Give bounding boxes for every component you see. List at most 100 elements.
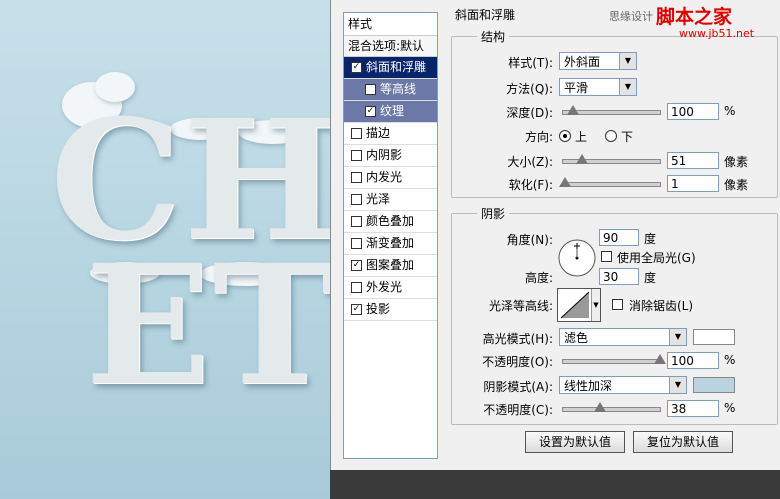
highlight-opacity-thumb[interactable] (654, 354, 666, 364)
shadow-opacity-input[interactable]: 38 (667, 400, 719, 417)
highlight-color-swatch[interactable] (693, 329, 735, 345)
angle-input[interactable]: 90 (599, 229, 639, 246)
style-item-label: 外发光 (366, 280, 403, 294)
style-select[interactable]: 外斜面 ▼ (559, 52, 637, 70)
style-item[interactable]: ✓ 纹理 (344, 101, 437, 123)
altitude-input[interactable]: 30 (599, 268, 639, 285)
styles-header[interactable]: 样式 (344, 13, 437, 36)
contour-preview-icon (560, 291, 590, 319)
style-item-checkbox[interactable] (351, 194, 362, 205)
style-item-checkbox[interactable]: ✓ (351, 62, 362, 73)
style-item-label: 等高线 (380, 82, 417, 96)
style-item-checkbox[interactable] (351, 128, 362, 139)
style-item[interactable]: 内发光 (344, 167, 437, 189)
technique-select-value: 平滑 (564, 81, 589, 95)
style-item[interactable]: 渐变叠加 (344, 233, 437, 255)
shadow-opacity-thumb[interactable] (593, 402, 606, 412)
soften-label: 软化(F): (508, 178, 553, 192)
shading-title: 阴影 (477, 205, 510, 222)
style-item-checkbox[interactable] (351, 150, 362, 161)
highlight-mode-label: 高光模式(H): (482, 332, 553, 346)
style-item-label: 光泽 (366, 192, 391, 206)
direction-down-radio[interactable] (605, 130, 617, 142)
style-item[interactable]: 颜色叠加 (344, 211, 437, 233)
style-item-checkbox[interactable]: ✓ (365, 106, 376, 117)
style-item-checkbox[interactable] (351, 282, 362, 293)
angle-dial[interactable] (557, 238, 597, 278)
gloss-contour-picker[interactable]: ▼ (557, 288, 601, 322)
depth-unit: % (724, 104, 736, 118)
style-item[interactable]: ✓ 图案叠加 (344, 255, 437, 277)
depth-slider-thumb[interactable] (566, 105, 579, 115)
style-item[interactable]: ✓ 斜面和浮雕 (344, 57, 437, 79)
style-item-checkbox[interactable] (351, 172, 362, 183)
shadow-mode-label: 阴影模式(A): (483, 380, 553, 394)
shadow-opacity-label: 不透明度(C): (483, 403, 553, 417)
antialias-label: 消除锯齿(L) (629, 299, 694, 313)
canvas-artwork: CH ET (0, 0, 330, 499)
make-default-button[interactable]: 设置为默认值 (525, 431, 625, 453)
direction-up-label: 上 (575, 130, 588, 144)
depth-input[interactable]: 100 (667, 103, 719, 120)
style-item-label: 颜色叠加 (366, 214, 415, 228)
style-item-checkbox[interactable]: ✓ (351, 260, 362, 271)
style-item-label: 内发光 (366, 170, 403, 184)
style-item-label: 纹理 (380, 104, 405, 118)
style-item-label: 描边 (366, 126, 391, 140)
reset-default-button[interactable]: 复位为默认值 (633, 431, 733, 453)
style-item-label: 渐变叠加 (366, 236, 415, 250)
depth-slider[interactable] (562, 105, 661, 115)
global-light-checkbox[interactable] (601, 251, 612, 262)
style-item-checkbox[interactable] (351, 238, 362, 249)
soften-input[interactable]: 1 (667, 175, 719, 192)
global-light-label: 使用全局光(G) (617, 251, 696, 265)
shadow-mode-value: 线性加深 (564, 379, 613, 393)
technique-select[interactable]: 平滑 ▼ (559, 78, 637, 96)
bevel-title: 斜面和浮雕 (451, 6, 520, 23)
size-slider[interactable] (562, 154, 661, 164)
style-item[interactable]: 等高线 (344, 79, 437, 101)
style-item-checkbox[interactable] (365, 84, 376, 95)
soften-slider[interactable] (558, 177, 661, 187)
blend-options-item[interactable]: 混合选项:默认 (344, 36, 437, 57)
style-item[interactable]: ✓ 投影 (344, 299, 437, 321)
shadow-color-swatch[interactable] (693, 377, 735, 393)
highlight-opacity-slider[interactable] (562, 354, 666, 364)
direction-label: 方向: (524, 130, 553, 144)
shadow-opacity-unit: % (724, 401, 736, 415)
soften-unit: 像素 (724, 178, 749, 192)
style-item[interactable]: 光泽 (344, 189, 437, 211)
antialias-checkbox[interactable] (612, 299, 623, 310)
direction-up-radio[interactable] (559, 130, 571, 142)
style-label: 样式(T): (508, 56, 553, 70)
shadow-mode-select[interactable]: 线性加深 ▼ (559, 376, 687, 394)
style-item-checkbox[interactable] (351, 216, 362, 227)
chevron-down-icon: ▼ (619, 79, 636, 95)
style-item[interactable]: 内阴影 (344, 145, 437, 167)
style-item-checkbox[interactable]: ✓ (351, 304, 362, 315)
structure-title: 结构 (477, 28, 510, 45)
style-select-value: 外斜面 (564, 55, 601, 69)
style-item-label: 图案叠加 (366, 258, 415, 272)
chevron-down-icon: ▼ (619, 53, 636, 69)
chevron-down-icon: ▼ (591, 289, 600, 321)
highlight-mode-select[interactable]: 滤色 ▼ (559, 328, 687, 346)
direction-down-label: 下 (621, 130, 634, 144)
angle-unit: 度 (644, 232, 657, 246)
highlight-opacity-unit: % (724, 353, 736, 367)
soften-slider-thumb[interactable] (558, 177, 571, 187)
altitude-label: 高度: (524, 271, 553, 285)
shadow-opacity-slider[interactable] (562, 402, 661, 412)
size-label: 大小(Z): (507, 155, 553, 169)
size-unit: 像素 (724, 155, 749, 169)
styles-list: 样式 混合选项:默认 ✓ 斜面和浮雕等高线 ✓ 纹理描边内阴影内发光光泽颜色叠加渐变叠… (343, 12, 438, 459)
watermark-url: www.jb51.net (679, 27, 755, 40)
highlight-opacity-input[interactable]: 100 (667, 352, 719, 369)
style-item[interactable]: 外发光 (344, 277, 437, 299)
style-item[interactable]: 描边 (344, 123, 437, 145)
highlight-opacity-label: 不透明度(O): (482, 355, 553, 369)
gloss-contour-label: 光泽等高线: (488, 299, 553, 313)
size-slider-thumb[interactable] (576, 154, 589, 164)
size-input[interactable]: 51 (667, 152, 719, 169)
technique-label: 方法(Q): (506, 82, 553, 96)
